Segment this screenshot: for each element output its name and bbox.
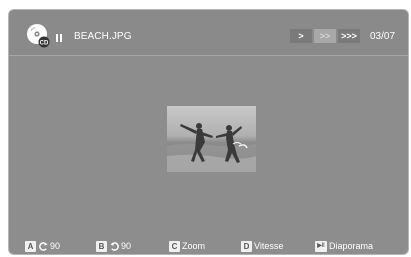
rotate-left-icon bbox=[39, 242, 48, 251]
speed-3-button[interactable]: >>> bbox=[338, 29, 360, 43]
header-divider bbox=[9, 55, 408, 56]
header-bar: CD BEACH.JPG > >> >>> 03/07 bbox=[9, 10, 408, 55]
rotate-right-icon bbox=[110, 242, 119, 251]
speed-2-button[interactable]: >> bbox=[314, 29, 336, 43]
key-b: B bbox=[96, 241, 107, 252]
image-counter: 03/07 bbox=[370, 31, 396, 42]
key-a: A bbox=[25, 241, 36, 252]
slideshow-label: Diaporama bbox=[329, 241, 374, 251]
speed-1-button[interactable]: > bbox=[290, 29, 312, 43]
speed-button[interactable]: D Vitesse bbox=[241, 241, 283, 252]
pause-icon bbox=[56, 34, 63, 42]
zoom-button[interactable]: C Zoom bbox=[169, 241, 205, 252]
photo-thumbnail bbox=[167, 106, 256, 172]
svg-text:CD: CD bbox=[40, 40, 49, 46]
speed-label: Vitesse bbox=[254, 241, 284, 251]
rotate-left-button[interactable]: A 90 bbox=[25, 241, 60, 252]
file-name: BEACH.JPG bbox=[74, 31, 132, 42]
rotate-left-label: 90 bbox=[50, 241, 61, 251]
beach-photo bbox=[167, 106, 256, 172]
slideshow-screen: CD BEACH.JPG > >> >>> 03/07 A 90 B 90 C … bbox=[8, 9, 409, 255]
zoom-label: Zoom bbox=[182, 241, 206, 251]
key-d: D bbox=[241, 241, 252, 252]
slideshow-button[interactable]: ▶‖ Diaporama bbox=[315, 241, 373, 252]
cd-icon: CD bbox=[27, 24, 50, 48]
play-pause-icon: ▶‖ bbox=[315, 241, 327, 252]
key-c: C bbox=[169, 241, 180, 252]
footer-bar: A 90 B 90 C Zoom D Vitesse ▶‖ Diaporama bbox=[9, 237, 408, 254]
rotate-right-label: 90 bbox=[121, 241, 132, 251]
rotate-right-button[interactable]: B 90 bbox=[96, 241, 131, 252]
